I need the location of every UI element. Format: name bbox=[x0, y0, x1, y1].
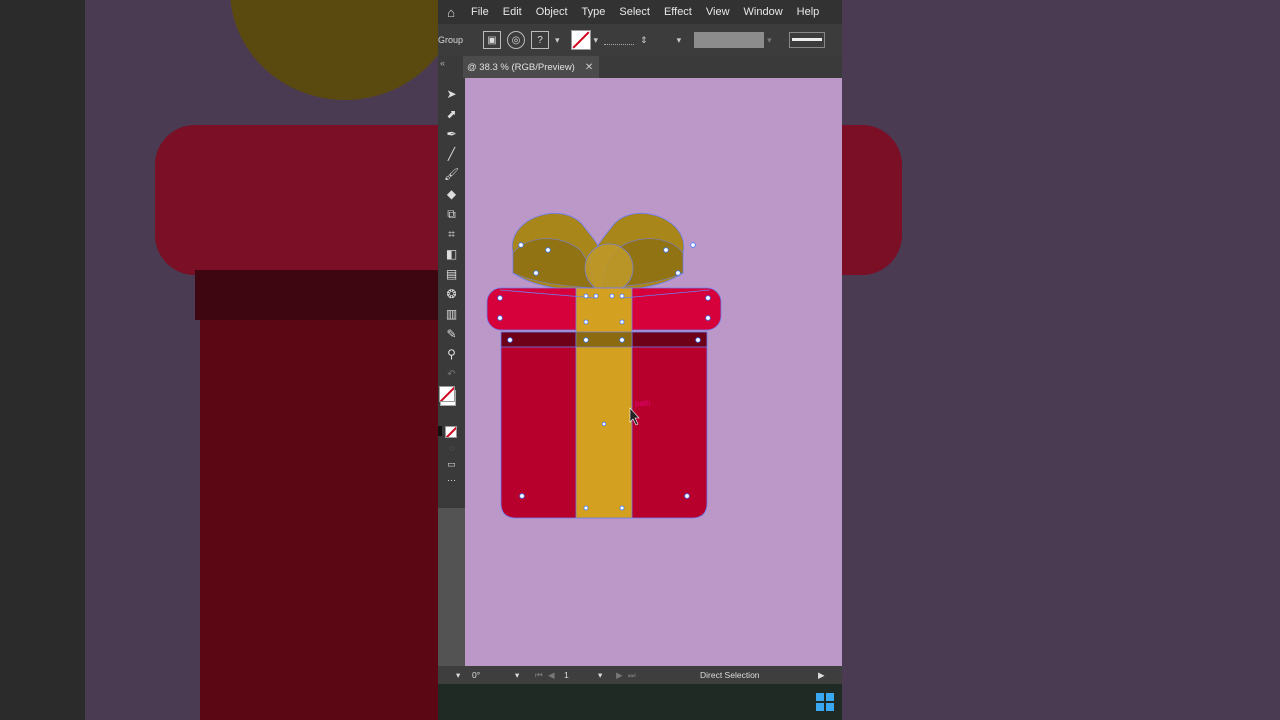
isolate-group-icon[interactable]: ▣ bbox=[483, 31, 501, 49]
zoom-tool-icon[interactable]: ⚲ bbox=[438, 344, 465, 364]
first-artboard-icon[interactable]: ⏮ bbox=[535, 670, 543, 681]
close-icon[interactable]: ✕ bbox=[585, 62, 593, 73]
menu-type[interactable]: Type bbox=[582, 6, 606, 18]
direct-selection-tool-icon[interactable]: ⬈ bbox=[438, 104, 465, 124]
last-artboard-icon[interactable]: ⏭ bbox=[628, 670, 636, 681]
current-tool-label: Direct Selection bbox=[700, 670, 760, 680]
swap-colors-icon[interactable]: ↶ bbox=[438, 364, 465, 384]
bow-knot bbox=[584, 243, 634, 293]
blurred-band bbox=[195, 270, 438, 320]
background-blur-left bbox=[0, 0, 438, 720]
chevron-down-icon[interactable]: ▾ bbox=[594, 35, 599, 46]
graph-tool-icon[interactable]: ▥ bbox=[438, 304, 465, 324]
chevron-down-icon[interactable]: ▾ bbox=[515, 670, 519, 681]
screen-mode-icon[interactable]: ▭ bbox=[438, 456, 465, 472]
stroke-profile-dropdown[interactable]: ▾ bbox=[677, 35, 682, 46]
blurred-tool-panel bbox=[0, 0, 85, 720]
chevron-down-icon[interactable]: ▾ bbox=[767, 35, 772, 46]
chevron-down-icon[interactable]: ▾ bbox=[598, 670, 602, 681]
menu-help[interactable]: Help bbox=[797, 6, 820, 18]
gift-illustration[interactable] bbox=[465, 78, 842, 666]
help-icon[interactable]: ? bbox=[531, 31, 549, 49]
collapse-panel-icon[interactable]: « bbox=[440, 58, 445, 68]
selection-type-label: Group bbox=[438, 35, 464, 45]
eraser-tool-icon[interactable]: ◆ bbox=[438, 184, 465, 204]
artboard-number[interactable]: 1 bbox=[564, 670, 569, 680]
menu-select[interactable]: Select bbox=[619, 6, 650, 18]
menu-effect[interactable]: Effect bbox=[664, 6, 692, 18]
selection-tool-icon[interactable]: ➤ bbox=[438, 84, 465, 104]
status-bar: ▾ 0° ▾ ⏮ ◀ 1 ▾ ▶ ⏭ Direct Selection ▶ bbox=[438, 666, 842, 684]
control-bar: Group ▣ ◎ ? ▾ ▾ ⇕ ▾ ▾ bbox=[438, 24, 842, 56]
stroke-style-icon[interactable] bbox=[788, 32, 825, 48]
blurred-lid bbox=[155, 125, 438, 275]
next-artboard-icon[interactable]: ▶ bbox=[616, 670, 623, 681]
prev-artboard-icon[interactable]: ◀ bbox=[548, 670, 555, 681]
line-tool-icon[interactable]: ╱ bbox=[438, 144, 465, 164]
menu-window[interactable]: Window bbox=[744, 6, 783, 18]
blurred-lid-right bbox=[842, 125, 902, 275]
symbol-sprayer-tool-icon[interactable]: ❂ bbox=[438, 284, 465, 304]
artboard-tool-icon[interactable]: ⌗ bbox=[438, 224, 465, 244]
fill-none-swatch[interactable] bbox=[570, 30, 591, 50]
drawing-mode-icon[interactable]: ◌ bbox=[438, 440, 465, 456]
menu-file[interactable]: File bbox=[471, 6, 489, 18]
stepper-icon[interactable]: ⇕ bbox=[640, 35, 648, 46]
status-menu-icon[interactable]: ▶ bbox=[818, 670, 825, 681]
blurred-box bbox=[200, 320, 438, 720]
opacity-field[interactable] bbox=[694, 32, 765, 48]
hover-path-label: path bbox=[635, 399, 651, 408]
taskbar bbox=[438, 684, 842, 720]
fill-stroke-icon[interactable] bbox=[438, 384, 465, 424]
document-tab-bar: « @ 38.3 % (RGB/Preview) ✕ bbox=[438, 56, 842, 78]
menu-object[interactable]: Object bbox=[536, 6, 568, 18]
none-color-icon[interactable] bbox=[438, 424, 465, 440]
document-tab[interactable]: @ 38.3 % (RGB/Preview) ✕ bbox=[463, 56, 600, 78]
scale-tool-icon[interactable]: ⧉ bbox=[438, 204, 465, 224]
artboard[interactable]: path bbox=[465, 78, 842, 666]
rotation-value[interactable]: 0° bbox=[472, 670, 480, 680]
chevron-down-icon[interactable]: ▾ bbox=[555, 35, 560, 46]
home-icon[interactable]: ⌂ bbox=[438, 0, 464, 24]
pen-tool-icon[interactable]: ✒ bbox=[438, 124, 465, 144]
menu-bar: ⌂ File Edit Object Type Select Effect Vi… bbox=[438, 0, 842, 24]
background-blur-right bbox=[842, 0, 1280, 720]
illustrator-window: ⌂ File Edit Object Type Select Effect Vi… bbox=[438, 0, 842, 720]
document-tab-title: @ 38.3 % (RGB/Preview) bbox=[467, 61, 575, 73]
eyedropper-tool-icon[interactable]: ✎ bbox=[438, 324, 465, 344]
target-icon[interactable]: ◎ bbox=[507, 31, 525, 49]
menu-edit[interactable]: Edit bbox=[503, 6, 522, 18]
chevron-down-icon[interactable]: ▾ bbox=[456, 670, 460, 681]
shape-builder-tool-icon[interactable]: ◧ bbox=[438, 244, 465, 264]
stroke-weight-field[interactable] bbox=[604, 36, 635, 45]
gradient-tool-icon[interactable]: ▤ bbox=[438, 264, 465, 284]
more-tools-icon[interactable]: ⋯ bbox=[438, 472, 465, 488]
windows-start-icon[interactable] bbox=[816, 693, 834, 711]
menu-view[interactable]: View bbox=[706, 6, 730, 18]
blurred-bow bbox=[230, 0, 438, 100]
paintbrush-tool-icon[interactable]: 🖌 bbox=[438, 164, 465, 184]
tools-panel: ➤ ⬈ ✒ ╱ 🖌 ◆ ⧉ ⌗ ◧ ▤ ❂ ▥ ✎ ⚲ ↶ ◌ ▭ ⋯ bbox=[438, 78, 465, 508]
